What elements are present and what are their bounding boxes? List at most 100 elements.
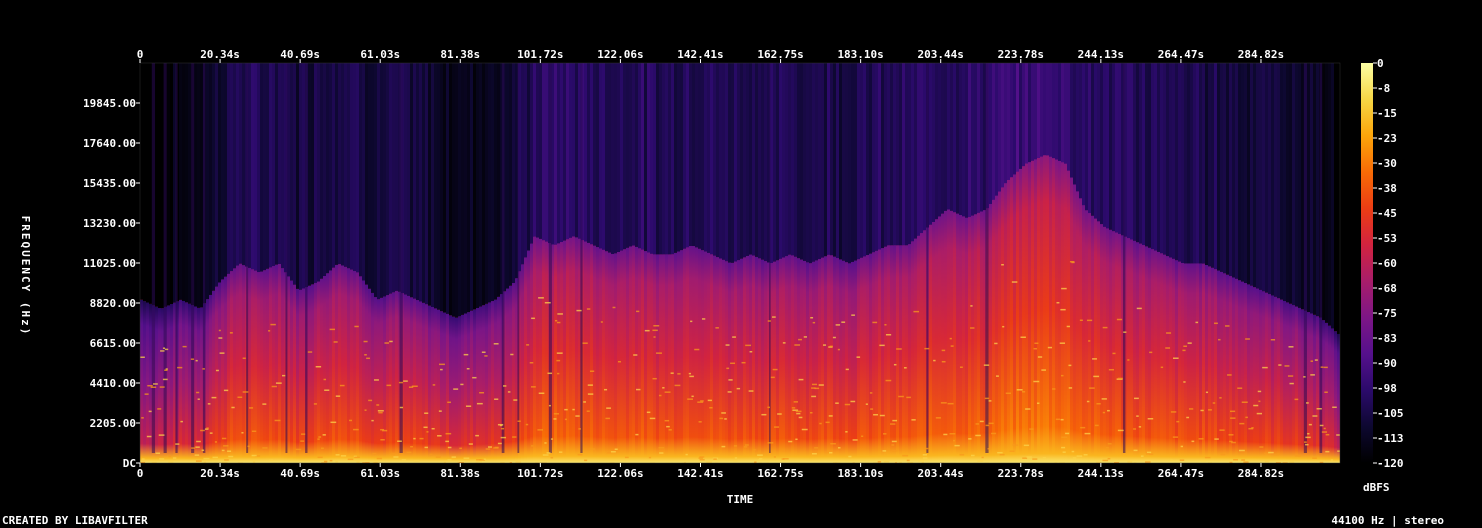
spectrogram-column xyxy=(293,284,297,463)
spectrogram-harmonic xyxy=(221,449,225,452)
spectrogram-column-upper xyxy=(827,63,831,255)
spectrogram-column xyxy=(1163,254,1167,463)
x-tick-label-top: 101.72s xyxy=(517,48,563,61)
spectrogram-harmonic xyxy=(419,437,424,440)
spectrogram-harmonic xyxy=(845,368,849,371)
spectrogram-harmonic xyxy=(662,387,665,389)
spectrogram-harmonic xyxy=(1294,455,1301,457)
spectrogram-column-upper xyxy=(1181,63,1185,264)
spectrogram-harmonic xyxy=(380,438,385,441)
spectrogram-harmonic xyxy=(981,456,984,459)
spectrogram-column-upper xyxy=(575,63,579,238)
spectrogram-column-upper xyxy=(974,63,978,215)
spectrogram-harmonic xyxy=(1116,318,1123,321)
spectrogram-harmonic xyxy=(835,324,841,326)
spectrogram-column-upper xyxy=(950,63,954,211)
spectrogram-harmonic xyxy=(656,352,662,354)
spectrogram-harmonic xyxy=(1288,346,1294,348)
spectrogram-column xyxy=(599,248,603,463)
spectrogram-harmonic xyxy=(649,417,656,420)
spectrogram-column-upper xyxy=(1070,63,1074,178)
spectrogram-harmonic xyxy=(584,459,588,462)
spectrogram-column-upper xyxy=(362,63,366,281)
spectrogram-column-upper xyxy=(167,63,171,306)
spectrogram-harmonic xyxy=(877,461,882,463)
spectrogram-column-upper xyxy=(836,63,840,259)
spectrogram-harmonic xyxy=(724,418,727,420)
spectrogram-column-upper xyxy=(806,63,810,263)
spectrogram-column-upper xyxy=(710,63,714,255)
spectrogram-column-upper xyxy=(1196,63,1200,264)
spectrogram-column-upper xyxy=(638,63,642,249)
spectrogram-column-upper xyxy=(410,63,414,298)
spectrogram-column-upper xyxy=(1154,63,1158,251)
spectrogram-harmonic xyxy=(564,408,568,411)
spectrogram-column-upper xyxy=(1073,63,1077,185)
spectrogram-column xyxy=(791,255,795,463)
colorbar-tick-label: -75 xyxy=(1377,307,1397,320)
spectrogram-harmonic xyxy=(1188,408,1194,410)
spectrogram-harmonic xyxy=(1127,359,1130,361)
spectrogram-column xyxy=(683,248,687,463)
spectrogram-column-upper xyxy=(488,63,492,303)
spectrogram-column-upper xyxy=(1004,63,1008,184)
spectrogram-harmonic xyxy=(814,447,819,449)
spectrogram-column xyxy=(470,310,474,463)
spectrogram-harmonic xyxy=(252,461,256,463)
spectrogram-column-upper xyxy=(1253,63,1257,288)
spectrogram-harmonic xyxy=(1176,420,1180,423)
spectrogram-column-upper xyxy=(533,63,537,237)
spectrogram-column-upper xyxy=(701,63,705,251)
spectrogram-column xyxy=(443,312,447,463)
spectrogram-column-upper xyxy=(641,63,645,250)
spectrogram-column xyxy=(929,224,933,463)
spectrogram-column-upper xyxy=(860,63,864,258)
spectrogram-column-upper xyxy=(716,63,720,258)
spectrogram-harmonic xyxy=(262,403,267,405)
spectrogram-harmonic xyxy=(1253,404,1259,407)
spectrogram-harmonic xyxy=(1107,457,1111,460)
spectrogram-column-upper xyxy=(215,63,219,287)
spectrogram-harmonic xyxy=(538,297,544,299)
spectrogram-harmonic xyxy=(1107,409,1110,412)
spectrogram-harmonic xyxy=(1011,281,1018,283)
spectrogram-column xyxy=(965,217,969,463)
spectrogram-column xyxy=(1007,179,1011,463)
spectrogram-column-upper xyxy=(962,63,966,217)
x-tick-label-top: 122.06s xyxy=(597,48,643,61)
spectrogram-column-upper xyxy=(194,63,198,307)
spectrogram-column xyxy=(296,288,300,463)
spectrogram-column-upper xyxy=(944,63,948,211)
spectrogram-harmonic xyxy=(201,449,205,452)
spectrogram-column-upper xyxy=(1127,63,1131,239)
spectrogram-harmonic xyxy=(547,372,553,375)
spectrogram-harmonic xyxy=(354,456,360,459)
spectrogram-harmonic xyxy=(892,450,898,452)
spectrogram-column-upper xyxy=(446,63,450,314)
colorbar-ticks: 0 -8 -15 -23 -30 -38 -45 -53 -60 -68 -75 -83 -90 -98 -… xyxy=(1373,57,1404,470)
x-axis-top: 0 20.34s 40.69s 61.03s 81.38s 101.72s 122.06s 1… xyxy=(137,48,1284,63)
spectrogram-harmonic xyxy=(218,329,221,332)
spectrogram-column xyxy=(497,296,501,463)
colorbar: 0 -8 -15 -23 -30 -38 -45 -53 -60 -68 -75 -83 -90 -98 -… xyxy=(1361,57,1404,494)
spectrogram-column-upper xyxy=(902,63,906,246)
spectrogram-column-upper xyxy=(713,63,717,256)
spectrogram-column xyxy=(473,309,477,463)
spectrogram-column-upper xyxy=(782,63,786,258)
spectrogram-column-upper xyxy=(1256,63,1260,289)
spectrogram-harmonic xyxy=(1061,436,1068,438)
spectrogram-harmonic xyxy=(1270,339,1276,341)
spectrogram-column-upper xyxy=(287,63,291,277)
spectrogram-streak xyxy=(285,63,288,453)
spectrogram-column-upper xyxy=(740,63,744,259)
spectrogram-harmonic xyxy=(1237,387,1243,389)
spectrogram-column xyxy=(440,311,444,463)
spectrogram-harmonic xyxy=(997,451,1003,454)
spectrogram-column xyxy=(590,244,594,463)
spectrogram-harmonic xyxy=(701,318,706,320)
spectrogram-harmonic xyxy=(146,435,152,438)
x-tick-label-bottom: 122.06s xyxy=(597,467,643,480)
spectrogram-harmonic xyxy=(811,395,817,398)
spectrogram-column-upper xyxy=(350,63,354,270)
spectrogram-harmonic xyxy=(207,403,211,405)
